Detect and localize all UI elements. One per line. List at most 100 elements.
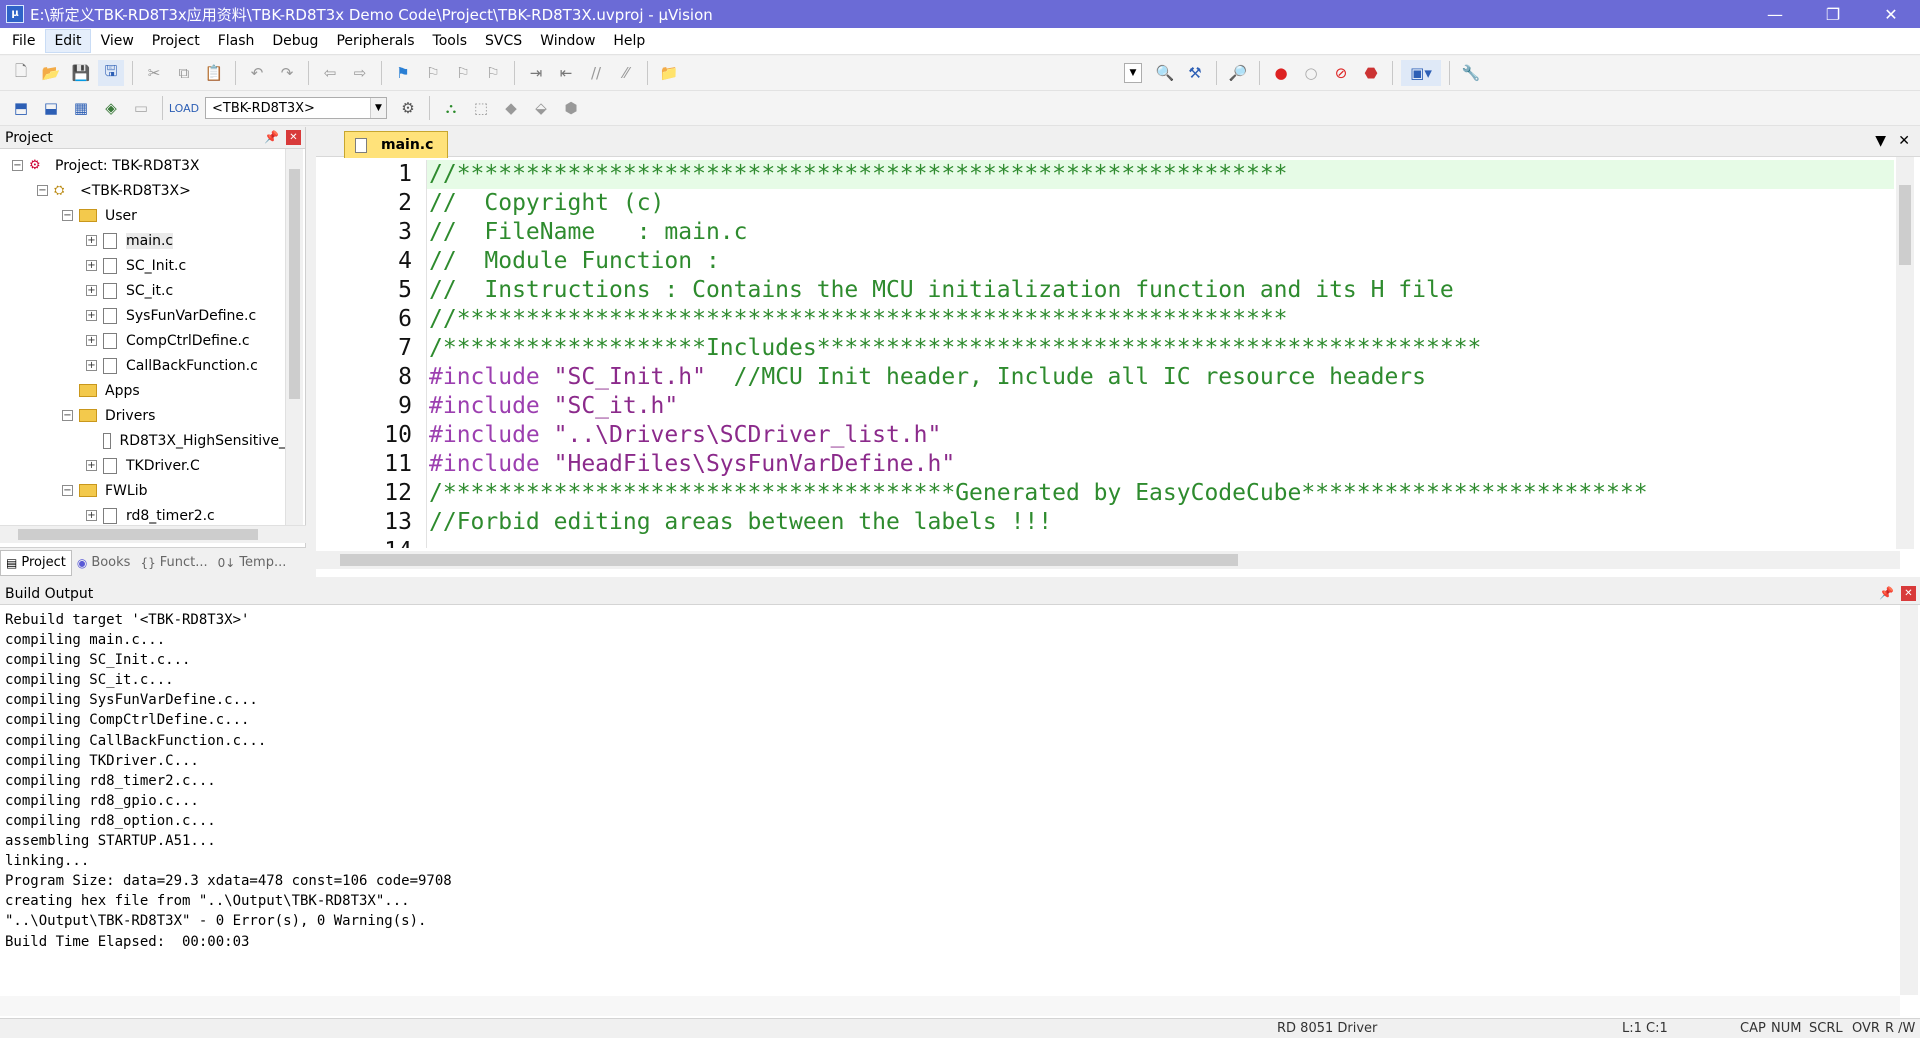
menu-tools[interactable]: Tools xyxy=(425,30,476,52)
expand-icon[interactable]: + xyxy=(86,510,97,521)
pack-installer-icon[interactable]: ⬙ xyxy=(528,95,554,121)
close-icon[interactable]: ✕ xyxy=(1901,586,1916,601)
stop-build-icon[interactable]: ▭ xyxy=(128,95,154,121)
download-icon[interactable]: LOAD xyxy=(169,95,199,121)
menu-file[interactable]: File xyxy=(4,30,43,52)
unindent-icon[interactable]: ⇤ xyxy=(553,60,579,86)
save-icon[interactable]: 💾 xyxy=(68,60,94,86)
tree-item-file-main-c[interactable]: + main.c xyxy=(0,228,286,253)
tree-item-file-tkdriver-c[interactable]: + TKDriver.C xyxy=(0,453,286,478)
collapse-icon[interactable]: − xyxy=(37,185,48,196)
expand-icon[interactable]: + xyxy=(86,335,97,346)
cut-icon[interactable]: ✂ xyxy=(141,60,167,86)
open-folder-icon[interactable]: 📂 xyxy=(38,60,64,86)
undo-icon[interactable]: ↶ xyxy=(244,60,270,86)
comment-icon[interactable]: // xyxy=(583,60,609,86)
close-icon[interactable]: ✕ xyxy=(286,130,301,145)
indent-icon[interactable]: ⇥ xyxy=(523,60,549,86)
prev-bookmark-icon[interactable]: ⚐ xyxy=(420,60,446,86)
translate-icon[interactable]: ⬒ xyxy=(8,95,34,121)
tab-functions[interactable]: {} Funct... xyxy=(135,550,212,576)
tree-item-folder-apps[interactable]: Apps xyxy=(0,378,286,403)
editor-horizontal-scrollbar[interactable] xyxy=(316,551,1900,569)
expand-icon[interactable]: + xyxy=(86,360,97,371)
build-output-text[interactable]: Rebuild target '<TBK-RD8T3X>' compiling m… xyxy=(5,610,452,952)
find-dropdown-icon[interactable]: ▼ xyxy=(1124,63,1142,83)
tree-item-file-rd8-timer2-c[interactable]: + rd8_timer2.c xyxy=(0,503,286,525)
scrollbar-thumb[interactable] xyxy=(340,554,1238,566)
tree-horizontal-scrollbar[interactable] xyxy=(0,525,306,543)
code-line[interactable]: 2// Copyright (c) xyxy=(322,189,1894,218)
configure-icon[interactable]: 🔧 xyxy=(1458,60,1484,86)
expand-icon[interactable]: + xyxy=(86,260,97,271)
close-editor-icon[interactable]: ✕ xyxy=(1898,133,1910,149)
collapse-icon[interactable]: − xyxy=(12,160,23,171)
code-line[interactable]: 14 xyxy=(322,537,1894,548)
tree-item-file-callbackfunction-c[interactable]: + CallBackFunction.c xyxy=(0,353,286,378)
paste-icon[interactable]: 📋 xyxy=(201,60,227,86)
batch-build-icon[interactable]: ◈ xyxy=(98,95,124,121)
tree-item-file-sc-init-c[interactable]: + SC_Init.c xyxy=(0,253,286,278)
uncomment-icon[interactable]: ⁄⁄ xyxy=(613,60,639,86)
event-recorder-icon[interactable]: ⬢ xyxy=(558,95,584,121)
target-select[interactable]: <TBK-RD8T3X> ▼ xyxy=(205,97,387,119)
bookmark-icon[interactable]: ⚑ xyxy=(390,60,416,86)
code-line[interactable]: 5// Instructions : Contains the MCU init… xyxy=(322,276,1894,305)
insert-breakpoint-icon[interactable]: ● xyxy=(1268,60,1294,86)
tree-item-folder-drivers[interactable]: − Drivers xyxy=(0,403,286,428)
code-line[interactable]: 11 #include "HeadFiles\SysFunVarDefine.h" xyxy=(322,450,1894,479)
code-area[interactable]: 1//*************************************… xyxy=(322,160,1894,548)
window-layout-icon[interactable]: ▣▾ xyxy=(1401,60,1441,86)
code-line[interactable]: 4// Module Function : xyxy=(322,247,1894,276)
navigate-back-icon[interactable]: ⇦ xyxy=(317,60,343,86)
new-file-icon[interactable]: 🗋 xyxy=(8,60,34,86)
rebuild-icon[interactable]: ▦ xyxy=(68,95,94,121)
clear-bookmarks-icon[interactable]: ⚐ xyxy=(480,60,506,86)
menu-edit[interactable]: Edit xyxy=(45,29,91,53)
menu-view[interactable]: View xyxy=(93,30,142,52)
tree-item-file-compctrldefine-c[interactable]: + CompCtrlDefine.c xyxy=(0,328,286,353)
save-all-icon[interactable]: 🖫 xyxy=(98,60,124,86)
pin-icon[interactable]: 📌 xyxy=(264,130,279,144)
tab-books[interactable]: ◉ Books xyxy=(72,550,136,576)
next-bookmark-icon[interactable]: ⚐ xyxy=(450,60,476,86)
tree-item-file-rd8t3x-highsensitive[interactable]: RD8T3X_HighSensitive_ xyxy=(0,428,286,453)
debug-session-icon[interactable]: 🔎 xyxy=(1225,60,1251,86)
expand-icon[interactable]: + xyxy=(86,235,97,246)
code-line[interactable]: 1//*************************************… xyxy=(322,160,1894,189)
tree-item-folder-fwlib[interactable]: − FWLib xyxy=(0,478,286,503)
manage-rte-icon[interactable]: ◆ xyxy=(498,95,524,121)
target-options-icon[interactable]: ⚙ xyxy=(395,95,421,121)
tab-project[interactable]: ▤ Project xyxy=(0,549,72,576)
menu-project[interactable]: Project xyxy=(144,30,208,52)
redo-icon[interactable]: ↷ xyxy=(274,60,300,86)
minimize-button[interactable]: — xyxy=(1746,0,1804,28)
find-in-files-icon[interactable]: 📁 xyxy=(656,60,682,86)
code-line[interactable]: 7/*******************Includes***********… xyxy=(322,334,1894,363)
scrollbar-thumb[interactable] xyxy=(1899,185,1911,265)
manage-components-icon[interactable]: ⛬ xyxy=(438,95,464,121)
code-line[interactable]: 9 #include "SC_it.h" xyxy=(322,392,1894,421)
code-line[interactable]: 12/*************************************… xyxy=(322,479,1894,508)
kill-breakpoints-icon[interactable]: ⬣ xyxy=(1358,60,1384,86)
code-line[interactable]: 8 #include "SC_Init.h" //MCU Init header,… xyxy=(322,363,1894,392)
restore-button[interactable]: ❐ xyxy=(1804,0,1862,28)
code-line[interactable]: 10 #include "..\Drivers\SCDriver_list.h" xyxy=(322,421,1894,450)
menu-svcs[interactable]: SVCS xyxy=(477,30,530,52)
tree-vertical-scrollbar[interactable] xyxy=(285,149,303,537)
tree-item-folder-user[interactable]: − User xyxy=(0,203,286,228)
scrollbar-thumb[interactable] xyxy=(289,169,300,399)
incremental-find-icon[interactable]: ⚒ xyxy=(1182,60,1208,86)
copy-icon[interactable]: ⧉ xyxy=(171,60,197,86)
pin-icon[interactable]: 📌 xyxy=(1879,586,1894,600)
tree-item-target[interactable]: − ⛭ <TBK-RD8T3X> xyxy=(0,178,286,203)
code-line[interactable]: 6//*************************************… xyxy=(322,305,1894,334)
build-horizontal-scrollbar[interactable] xyxy=(0,996,1900,1016)
menu-flash[interactable]: Flash xyxy=(210,30,263,52)
collapse-icon[interactable]: − xyxy=(62,210,73,221)
expand-icon[interactable]: + xyxy=(86,310,97,321)
select-packs-icon[interactable]: ⬚ xyxy=(468,95,494,121)
menu-peripherals[interactable]: Peripherals xyxy=(328,30,422,52)
code-line[interactable]: 13//Forbid editing areas between the lab… xyxy=(322,508,1894,537)
find-icon[interactable]: 🔍 xyxy=(1152,60,1178,86)
